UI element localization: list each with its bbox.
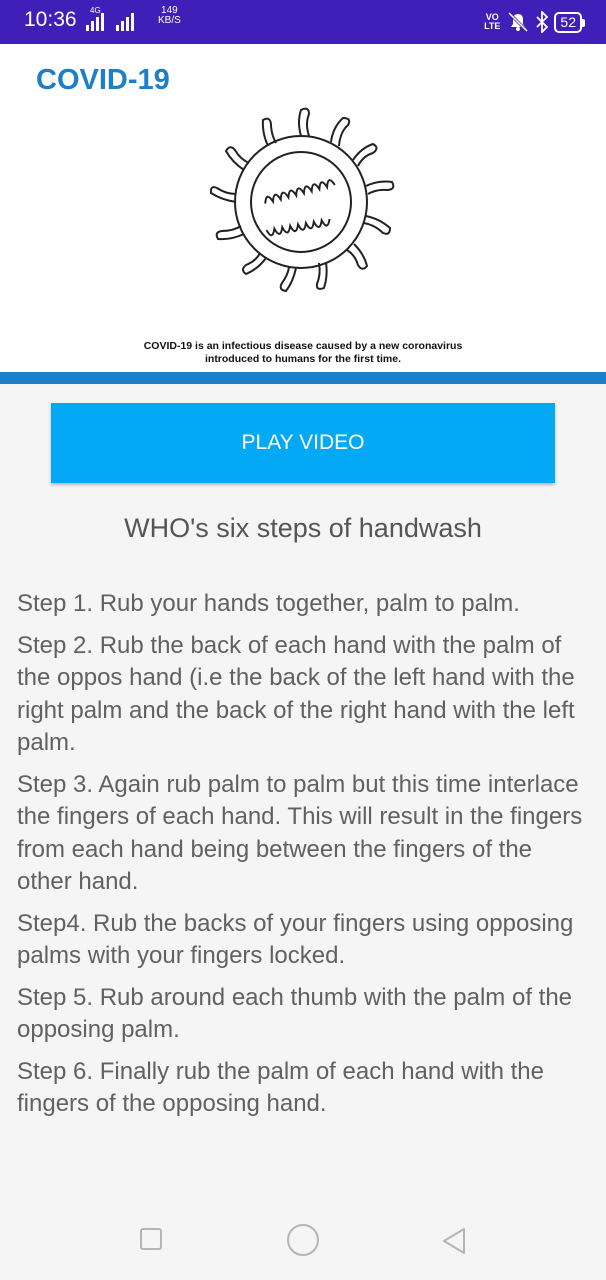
signal-strength-icon: 4G (86, 6, 106, 31)
step-2: Step 2. Rub the back of each hand with t… (17, 631, 575, 757)
signal-icons: 4G (86, 6, 142, 33)
handwash-heading: WHO's six steps of handwash (124, 513, 482, 543)
step-3: Step 3. Again rub palm to palm but this … (17, 770, 583, 896)
volte-icon: VO LTE (484, 13, 500, 31)
coronavirus-icon (209, 107, 395, 293)
battery-icon: 52 (554, 11, 585, 33)
back-icon[interactable] (440, 1226, 468, 1256)
network-type-label: 4G (90, 6, 101, 15)
system-nav-bar (0, 1200, 606, 1280)
banner-title: COVID-19 (36, 64, 170, 96)
mute-icon (508, 11, 529, 33)
step-4: Step4. Rub the backs of your fingers usi… (17, 909, 574, 970)
network-speed: 149 KB/S (158, 6, 181, 26)
banner-caption: COVID-19 is an infectious disease caused… (0, 340, 606, 366)
status-time: 10:36 (24, 8, 77, 31)
play-video-button[interactable]: PLAY VIDEO (51, 403, 555, 483)
step-1: Step 1. Rub your hands together, palm to… (17, 590, 520, 617)
banner-divider (0, 372, 606, 384)
step-5: Step 5. Rub around each thumb with the p… (17, 983, 573, 1044)
banner-caption-line-1: COVID-19 is an infectious disease caused… (143, 340, 463, 352)
volte-bottom: LTE (484, 21, 501, 31)
step-6: Step 6. Finally rub the palm of each han… (17, 1057, 544, 1118)
signal-strength-2-icon (116, 13, 136, 31)
handwash-steps-list: Step 1. Rub your hands together, palm to… (17, 588, 592, 1130)
home-icon[interactable] (287, 1224, 319, 1256)
banner-caption-line-2: introduced to humans for the first time. (204, 353, 401, 365)
status-right-icons: VO LTE 52 (484, 8, 585, 36)
network-speed-unit: KB/S (158, 15, 181, 26)
recent-apps-icon[interactable] (140, 1228, 162, 1250)
covid-banner-image: COVID-19 COVID-19 is an infectious disea… (0, 44, 606, 372)
bluetooth-icon (536, 11, 549, 33)
status-bar: 10:36 4G 149 KB/S VO LTE 52 (0, 0, 606, 44)
